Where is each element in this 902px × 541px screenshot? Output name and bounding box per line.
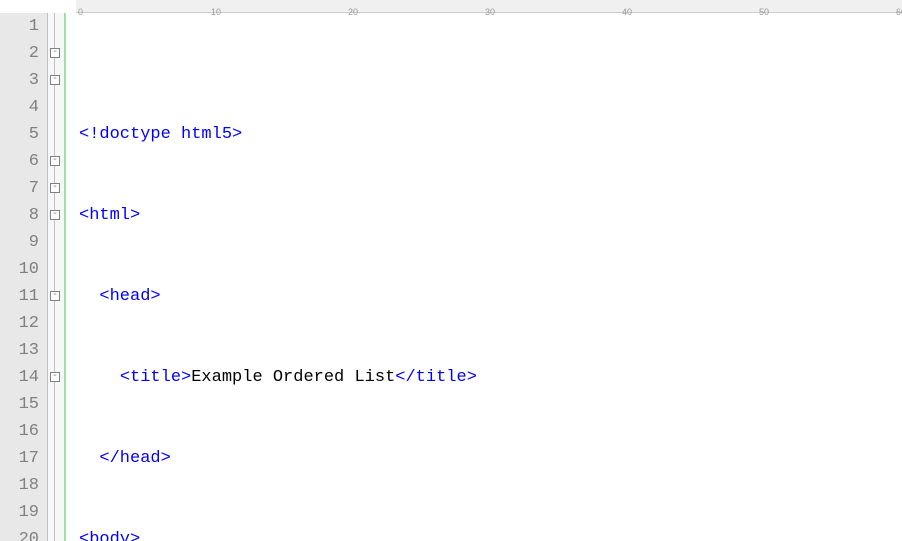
tag-token: <head> bbox=[99, 287, 160, 306]
line-number: 4 bbox=[0, 94, 47, 121]
line-number: 11 bbox=[0, 283, 47, 310]
fold-toggle-icon[interactable]: - bbox=[50, 156, 60, 166]
code-editor: 0 10 20 30 40 50 60 1 2 3 4 5 6 7 8 9 10… bbox=[0, 0, 902, 541]
line-number: 12 bbox=[0, 310, 47, 337]
line-number: 1 bbox=[0, 13, 47, 40]
code-area[interactable]: <!doctype html5> <html> <head> <title>Ex… bbox=[77, 13, 902, 541]
code-line[interactable]: <title>Example Ordered List</title> bbox=[79, 364, 902, 391]
line-number: 9 bbox=[0, 229, 47, 256]
fold-toggle-icon[interactable]: - bbox=[50, 210, 60, 220]
fold-toggle-icon[interactable]: - bbox=[50, 75, 60, 85]
line-number: 13 bbox=[0, 337, 47, 364]
fold-toggle-icon[interactable]: - bbox=[50, 48, 60, 58]
tag-token: <html> bbox=[79, 206, 140, 225]
line-number-gutter: 1 2 3 4 5 6 7 8 9 10 11 12 13 14 15 16 1… bbox=[0, 13, 48, 541]
ruler: 0 10 20 30 40 50 60 bbox=[76, 0, 902, 13]
line-number: 5 bbox=[0, 121, 47, 148]
code-line[interactable]: <!doctype html5> bbox=[79, 121, 902, 148]
line-number: 2 bbox=[0, 40, 47, 67]
fold-toggle-icon[interactable]: - bbox=[50, 291, 60, 301]
line-number: 7 bbox=[0, 175, 47, 202]
change-margin bbox=[65, 13, 77, 541]
text-token: Example Ordered List bbox=[191, 368, 395, 387]
line-number: 6 bbox=[0, 148, 47, 175]
line-number: 15 bbox=[0, 391, 47, 418]
line-number: 19 bbox=[0, 499, 47, 526]
code-line[interactable]: </head> bbox=[79, 445, 902, 472]
code-line[interactable]: <html> bbox=[79, 202, 902, 229]
tag-token: </head> bbox=[99, 449, 170, 468]
line-number: 18 bbox=[0, 472, 47, 499]
code-line[interactable]: <body> bbox=[79, 526, 902, 541]
line-number: 20 bbox=[0, 526, 47, 541]
fold-gutter: - - - - - - - bbox=[48, 13, 65, 541]
tag-token: <body> bbox=[79, 530, 140, 541]
tag-token: <!doctype html5> bbox=[79, 125, 242, 144]
line-number: 14 bbox=[0, 364, 47, 391]
line-number: 17 bbox=[0, 445, 47, 472]
fold-toggle-icon[interactable]: - bbox=[50, 372, 60, 382]
tag-token: <title> bbox=[120, 368, 191, 387]
line-number: 10 bbox=[0, 256, 47, 283]
line-number: 3 bbox=[0, 67, 47, 94]
tag-token: </title> bbox=[395, 368, 477, 387]
fold-toggle-icon[interactable]: - bbox=[50, 183, 60, 193]
line-number: 8 bbox=[0, 202, 47, 229]
code-line[interactable]: <head> bbox=[79, 283, 902, 310]
line-number: 16 bbox=[0, 418, 47, 445]
